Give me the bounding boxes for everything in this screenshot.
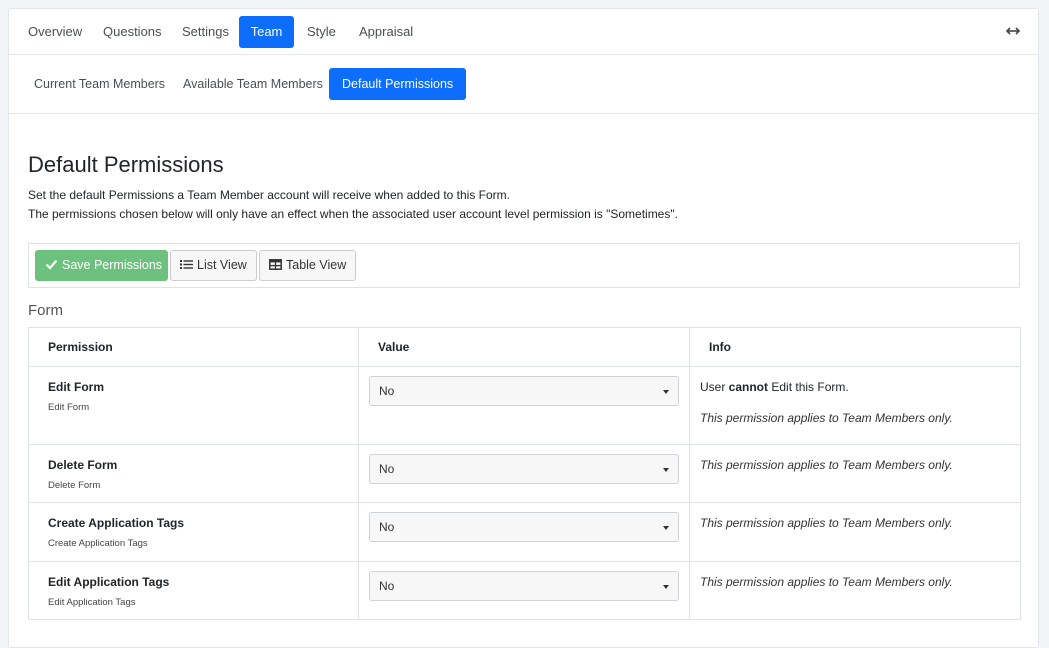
info-suffix: Edit this Form. (768, 380, 849, 394)
permission-title: Edit Application Tags (48, 575, 170, 589)
permission-value-select[interactable]: No (369, 376, 679, 406)
permission-title: Delete Form (48, 458, 118, 472)
permission-subtitle: Delete Form (48, 480, 101, 491)
select-value: No (379, 579, 395, 593)
page-description-note: The permissions chosen below will only h… (28, 207, 678, 221)
form-settings-card: Overview Questions Settings Team Style A… (8, 8, 1039, 648)
select-value: No (379, 520, 395, 534)
permission-subtitle: Edit Application Tags (48, 597, 136, 608)
select-value: No (379, 462, 395, 476)
info-cell: This permission applies to Team Members … (689, 561, 1021, 620)
page-description: Set the default Permissions a Team Membe… (28, 188, 511, 202)
select-value: No (379, 384, 395, 398)
section-title: Form (28, 302, 63, 319)
info-cell: This permission applies to Team Members … (689, 502, 1021, 562)
info-text: User cannot Edit this Form. (700, 380, 1010, 394)
value-cell: No (358, 366, 690, 445)
info-prefix: User (700, 380, 729, 394)
caret-down-icon (663, 390, 669, 394)
tab-team[interactable]: Team (239, 16, 294, 48)
value-cell: No (358, 444, 690, 503)
info-cell: User cannot Edit this Form. This permiss… (689, 366, 1021, 445)
table-row: Delete Form Delete Form No This permissi… (28, 444, 1021, 503)
info-note: This permission applies to Team Members … (700, 411, 953, 425)
list-view-button[interactable]: List View (170, 250, 257, 281)
table-view-button[interactable]: Table View (259, 250, 356, 281)
permission-value-select[interactable]: No (369, 571, 679, 601)
check-icon (45, 259, 58, 270)
table-row: Edit Application Tags Edit Application T… (28, 561, 1021, 620)
permission-subtitle: Edit Form (48, 402, 90, 413)
caret-down-icon (663, 585, 669, 589)
permission-cell: Edit Application Tags Edit Application T… (28, 561, 359, 620)
table-row: Create Application Tags Create Applicati… (28, 502, 1021, 562)
permission-cell: Delete Form Delete Form (28, 444, 359, 503)
list-view-label: List View (197, 258, 247, 272)
info-bold: cannot (728, 380, 769, 394)
tab-default-permissions[interactable]: Default Permissions (329, 68, 467, 100)
page-title: Default Permissions (28, 152, 224, 177)
table-row: Edit Form Edit Form No User cannot Edit … (28, 366, 1021, 445)
permission-title: Create Application Tags (48, 516, 185, 530)
permissions-toolbar: Save Permissions List View Table View (28, 243, 1020, 288)
tab-settings[interactable]: Settings (172, 16, 239, 48)
permission-cell: Edit Form Edit Form (28, 366, 359, 445)
column-header-info: Info (689, 327, 1021, 367)
caret-down-icon (663, 526, 669, 530)
info-note: This permission applies to Team Members … (700, 575, 953, 589)
main-tab-bar: Overview Questions Settings Team Style A… (9, 9, 1038, 55)
info-note: This permission applies to Team Members … (700, 458, 953, 472)
permission-value-select[interactable]: No (369, 454, 679, 484)
sub-tab-bar: Current Team Members Available Team Memb… (9, 55, 1038, 114)
column-header-permission: Permission (28, 327, 359, 367)
table-view-label: Table View (286, 258, 347, 272)
value-cell: No (358, 502, 690, 562)
value-cell: No (358, 561, 690, 620)
tab-style[interactable]: Style (297, 16, 346, 48)
tab-available-team-members[interactable]: Available Team Members (170, 68, 336, 100)
permission-title: Edit Form (48, 380, 104, 394)
column-header-value: Value (358, 327, 690, 367)
tab-current-team-members[interactable]: Current Team Members (21, 68, 178, 100)
permission-cell: Create Application Tags Create Applicati… (28, 502, 359, 562)
arrows-horizontal-icon[interactable] (1006, 22, 1020, 40)
table-header-row: Permission Value Info (28, 327, 1021, 367)
table-icon (269, 259, 282, 271)
info-cell: This permission applies to Team Members … (689, 444, 1021, 503)
permissions-table: Permission Value Info Edit Form Edit For… (28, 327, 1021, 620)
save-permissions-button[interactable]: Save Permissions (35, 250, 168, 281)
save-permissions-label: Save Permissions (62, 258, 163, 272)
permission-value-select[interactable]: No (369, 512, 679, 542)
tab-questions[interactable]: Questions (93, 16, 172, 48)
list-icon (180, 260, 193, 270)
tab-appraisal[interactable]: Appraisal (349, 16, 423, 48)
caret-down-icon (663, 468, 669, 472)
permission-subtitle: Create Application Tags (48, 538, 148, 549)
info-note: This permission applies to Team Members … (700, 516, 953, 530)
tab-overview[interactable]: Overview (18, 16, 92, 48)
